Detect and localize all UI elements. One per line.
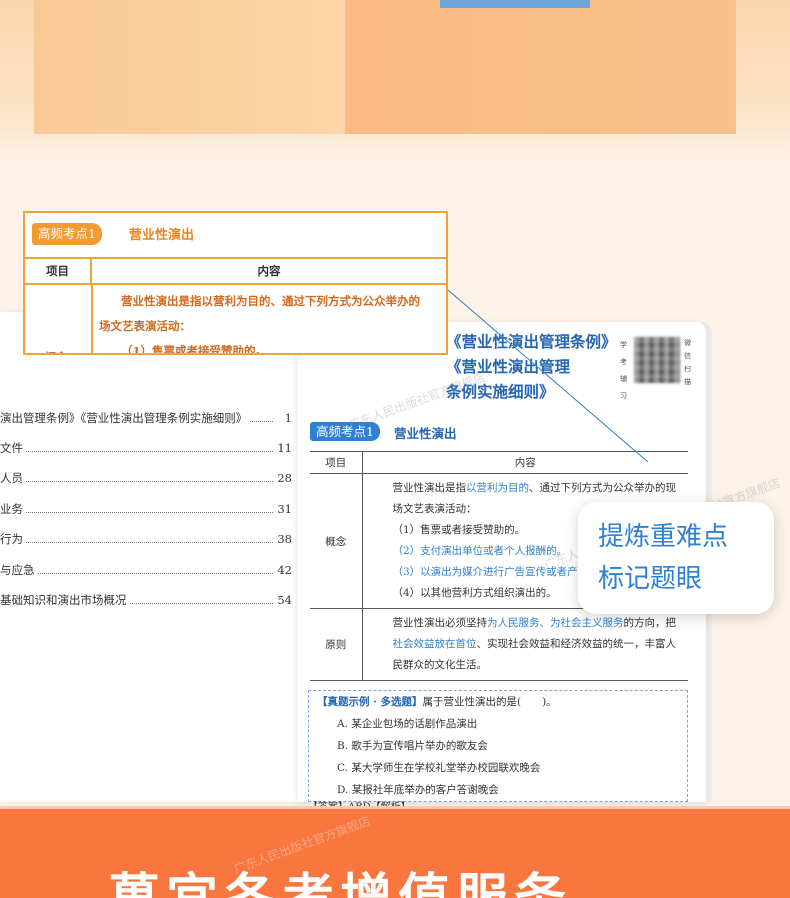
qr-caption-left: 学 考 辅 习 — [620, 341, 627, 400]
toc-entry-page: 31 — [277, 502, 292, 516]
row-label-principle: 原则 — [310, 608, 363, 681]
callout-tag: 高频考点1 — [32, 223, 102, 245]
toc-leader-dots — [26, 541, 273, 543]
toc-leader-dots — [26, 450, 273, 452]
callout-line: 场文艺表演活动： — [99, 319, 191, 333]
toc-entry: 与应急 42 — [0, 560, 292, 580]
toc-entry: 基础知识和演出市场概况 54 — [0, 590, 292, 610]
callout-header-content: 内容 — [257, 264, 281, 278]
toc-entry-title: 人员 — [0, 471, 23, 485]
table-header-content: 内容 — [362, 451, 688, 474]
toc-leader-dots — [250, 420, 273, 422]
table-header-row: 项目 内容 — [310, 451, 688, 474]
table-row: 原则 营业性演出必须坚持为人民服务、为社会主义服务的方向，把社会效益放在首位、实… — [310, 608, 688, 681]
toc-page — [0, 312, 300, 802]
keypoint-title: 营业性演出 — [394, 426, 457, 441]
toc-entry: 业务 31 — [0, 499, 292, 519]
highlight-bubble: 提炼重难点 标记题眼 — [578, 502, 774, 614]
callout-line: （1）售票或者接受赞助的。 — [121, 344, 268, 355]
toc-entry-title: 文件 — [0, 441, 23, 455]
toc-entry-page: 28 — [277, 471, 292, 485]
callout-header-item: 项目 — [25, 259, 92, 283]
sample-question: 【真题示例 · 多选题】属于营业性演出的是( )。 A. 某企业包场的话剧作品演… — [308, 690, 688, 802]
answer-line: 【答案】ABD【解析】 — [308, 798, 688, 806]
concept-intro-a: 营业性演出是指 — [392, 482, 467, 494]
callout-divider — [25, 283, 446, 285]
toc-entry-page: 1 — [284, 411, 292, 425]
book-spine-strip — [440, 0, 590, 8]
bottom-divider — [0, 806, 790, 809]
toc-entry-title: 演出管理条例》《营业性演出管理条例实施细则》 — [0, 411, 248, 425]
toc-leader-dots — [37, 572, 273, 574]
qr-code-icon[interactable] — [634, 337, 680, 383]
magnified-callout: 高频考点1 营业性演出 项目 内容 营业性演出是指以营利为目的、通过下列方式为公… — [23, 211, 448, 355]
toc-entry-page: 11 — [277, 441, 292, 455]
callout-body: 营业性演出是指以营利为目的、通过下列方式为公众举办的 场文艺表演活动： （1）售… — [99, 289, 444, 355]
toc-entry: 人员 28 — [0, 468, 292, 488]
toc-entry: 文件 11 — [0, 438, 292, 458]
bubble-text: 提炼重难点 标记题眼 — [598, 516, 768, 600]
bubble-line: 提炼重难点 — [598, 522, 729, 552]
toc-entry-page: 54 — [277, 593, 292, 607]
toc-leader-dots — [129, 602, 273, 604]
table-header-item: 项目 — [310, 451, 363, 474]
book-box-shadow — [345, 0, 736, 134]
row-label-concept: 概念 — [310, 473, 363, 609]
principle-a: 营业性演出必须坚持 — [392, 617, 488, 629]
concept-highlight: 以营利为目的 — [466, 482, 529, 494]
question-text: 属于营业性演出的是( )。 — [422, 696, 557, 708]
principle-b: 的方向，把 — [623, 617, 677, 629]
question-option: C. 某大学师生在学校礼堂举办校园联欢晚会 — [337, 762, 541, 774]
row-content-principle: 营业性演出必须坚持为人民服务、为社会主义服务的方向，把社会效益放在首位、实现社会… — [362, 608, 688, 681]
law-title-1: 《营业性演出管理条例》 — [446, 332, 617, 351]
callout-column-divider — [91, 285, 93, 353]
toc-entry: 行为 38 — [0, 529, 292, 549]
principle-highlight-2: 社会效益放在首位 — [392, 638, 477, 650]
question-option: A. 某企业包场的话剧作品演出 — [337, 718, 478, 730]
callout-line: 营业性演出是指以营利为目的、通过下列方式为公众举办的 — [121, 294, 420, 308]
toc-leader-dots — [26, 511, 273, 513]
toc-entry-title: 与应急 — [0, 563, 35, 577]
toc-leader-dots — [26, 480, 273, 482]
principle-highlight-1: 为人民服务、为社会主义服务 — [487, 617, 624, 629]
question-option: B. 歌手为宣传唱片举办的歌友会 — [337, 740, 488, 752]
bottom-banner-title: 萬宜各考增值服务 — [108, 856, 572, 898]
question-label: 【真题示例 · 多选题】 — [317, 696, 423, 708]
callout-title: 营业性演出 — [129, 228, 195, 243]
bubble-line: 标记题眼 — [598, 564, 703, 594]
toc-entry-title: 业务 — [0, 502, 23, 516]
callout-row-label: 概念 — [45, 349, 67, 353]
toc-entry-page: 42 — [277, 563, 292, 577]
toc-entry: 演出管理条例》《营业性演出管理条例实施细则》 1 — [0, 408, 292, 428]
toc-entry-title: 基础知识和演出市场概况 — [0, 593, 127, 607]
toc-entry-page: 38 — [277, 532, 292, 546]
bottom-banner: 萬宜各考增值服务 广东人民出版社官方旗舰店 — [0, 806, 790, 898]
toc-entry-title: 行为 — [0, 532, 23, 546]
qr-caption-right: 微 信 扫 描 — [684, 339, 691, 386]
